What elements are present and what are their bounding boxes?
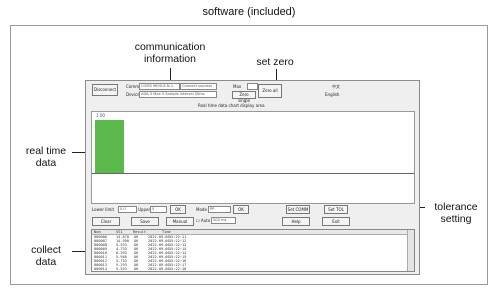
column-header-time: Time — [162, 230, 171, 234]
max-label: Max — [233, 84, 242, 89]
clear-button[interactable]: Clear — [92, 217, 120, 226]
callout-communication-information: communication information — [134, 41, 206, 65]
set-tolerance-button[interactable]: Set TOL — [324, 205, 348, 214]
manual-button[interactable]: Manual — [166, 217, 194, 226]
collected-data-table: Num SS1 Result Time 000006 14.870 OK 2022-0… — [91, 229, 415, 272]
table-cell: 15:22:18 — [169, 267, 187, 271]
connection-status-field: Connect success — [180, 83, 217, 90]
save-button[interactable]: Save — [131, 217, 159, 226]
mode-ok-button[interactable]: OK — [233, 205, 249, 214]
auto-checkbox[interactable]: ☐ Auto — [196, 218, 210, 223]
comm-field[interactable]: COM3 9600-8-N-1 — [139, 83, 180, 90]
table-cell: 000014 — [94, 267, 107, 271]
auto-interval-input[interactable]: 500 ms — [211, 217, 236, 224]
chart-title: Real time data chart display area — [198, 103, 265, 108]
limit-ok-button[interactable]: OK — [170, 205, 186, 214]
help-button[interactable]: Help — [282, 217, 310, 226]
realtime-chart: 1.00 — [91, 111, 415, 204]
chart-legend: 1.00 — [96, 113, 105, 118]
lower-limit-label: Lower limit — [92, 207, 115, 212]
callout-set-zero: set zero — [256, 56, 294, 68]
callout-collect-data: collect data — [31, 244, 61, 268]
column-header-num: Num — [94, 230, 101, 234]
language-chinese-radio[interactable]: 中文 — [332, 84, 340, 90]
callout-real-time-data: real time data — [25, 145, 67, 169]
column-header-result: Result — [133, 230, 146, 234]
upper-label: Upper — [138, 207, 151, 212]
device-label: Device — [126, 92, 140, 97]
exit-button[interactable]: Exit — [322, 217, 350, 226]
set-comm-button[interactable]: Set COMM — [286, 205, 310, 214]
table-cell: 5.533 — [116, 267, 127, 271]
mode-select[interactable]: PP — [208, 206, 231, 213]
lower-limit-input[interactable]: 0.0 — [118, 206, 137, 213]
zero-single-button[interactable]: Zero single — [232, 91, 256, 103]
table-cell: OK — [134, 267, 139, 271]
table-cell: 2022-09-06 — [148, 267, 170, 271]
upper-input[interactable]: 5 — [150, 206, 167, 213]
language-english-radio[interactable]: English — [325, 92, 339, 97]
auto-label: Auto — [200, 218, 211, 223]
comm-label: Comm — [126, 84, 140, 89]
device-field: ADA-5 Max 5 Sample interval 50ms — [139, 91, 217, 98]
callout-tolerance-setting: tolerance setting — [434, 201, 478, 225]
realtime-bar — [95, 120, 124, 173]
max-field[interactable] — [247, 83, 258, 90]
page-title: software (included) — [202, 6, 296, 18]
table-row[interactable]: 000014 5.533 OK 2022-09-06 15:22:18 — [92, 267, 414, 271]
zero-all-button[interactable]: Zero all — [258, 84, 282, 98]
disconnect-button[interactable]: Disconnect — [92, 84, 118, 96]
chart-baseline — [92, 173, 414, 174]
mode-label: Mode — [196, 207, 207, 212]
app-window: Disconnect Comm COM3 9600-8-N-1 Connect … — [85, 80, 420, 275]
column-header-ss1: SS1 — [116, 230, 123, 234]
